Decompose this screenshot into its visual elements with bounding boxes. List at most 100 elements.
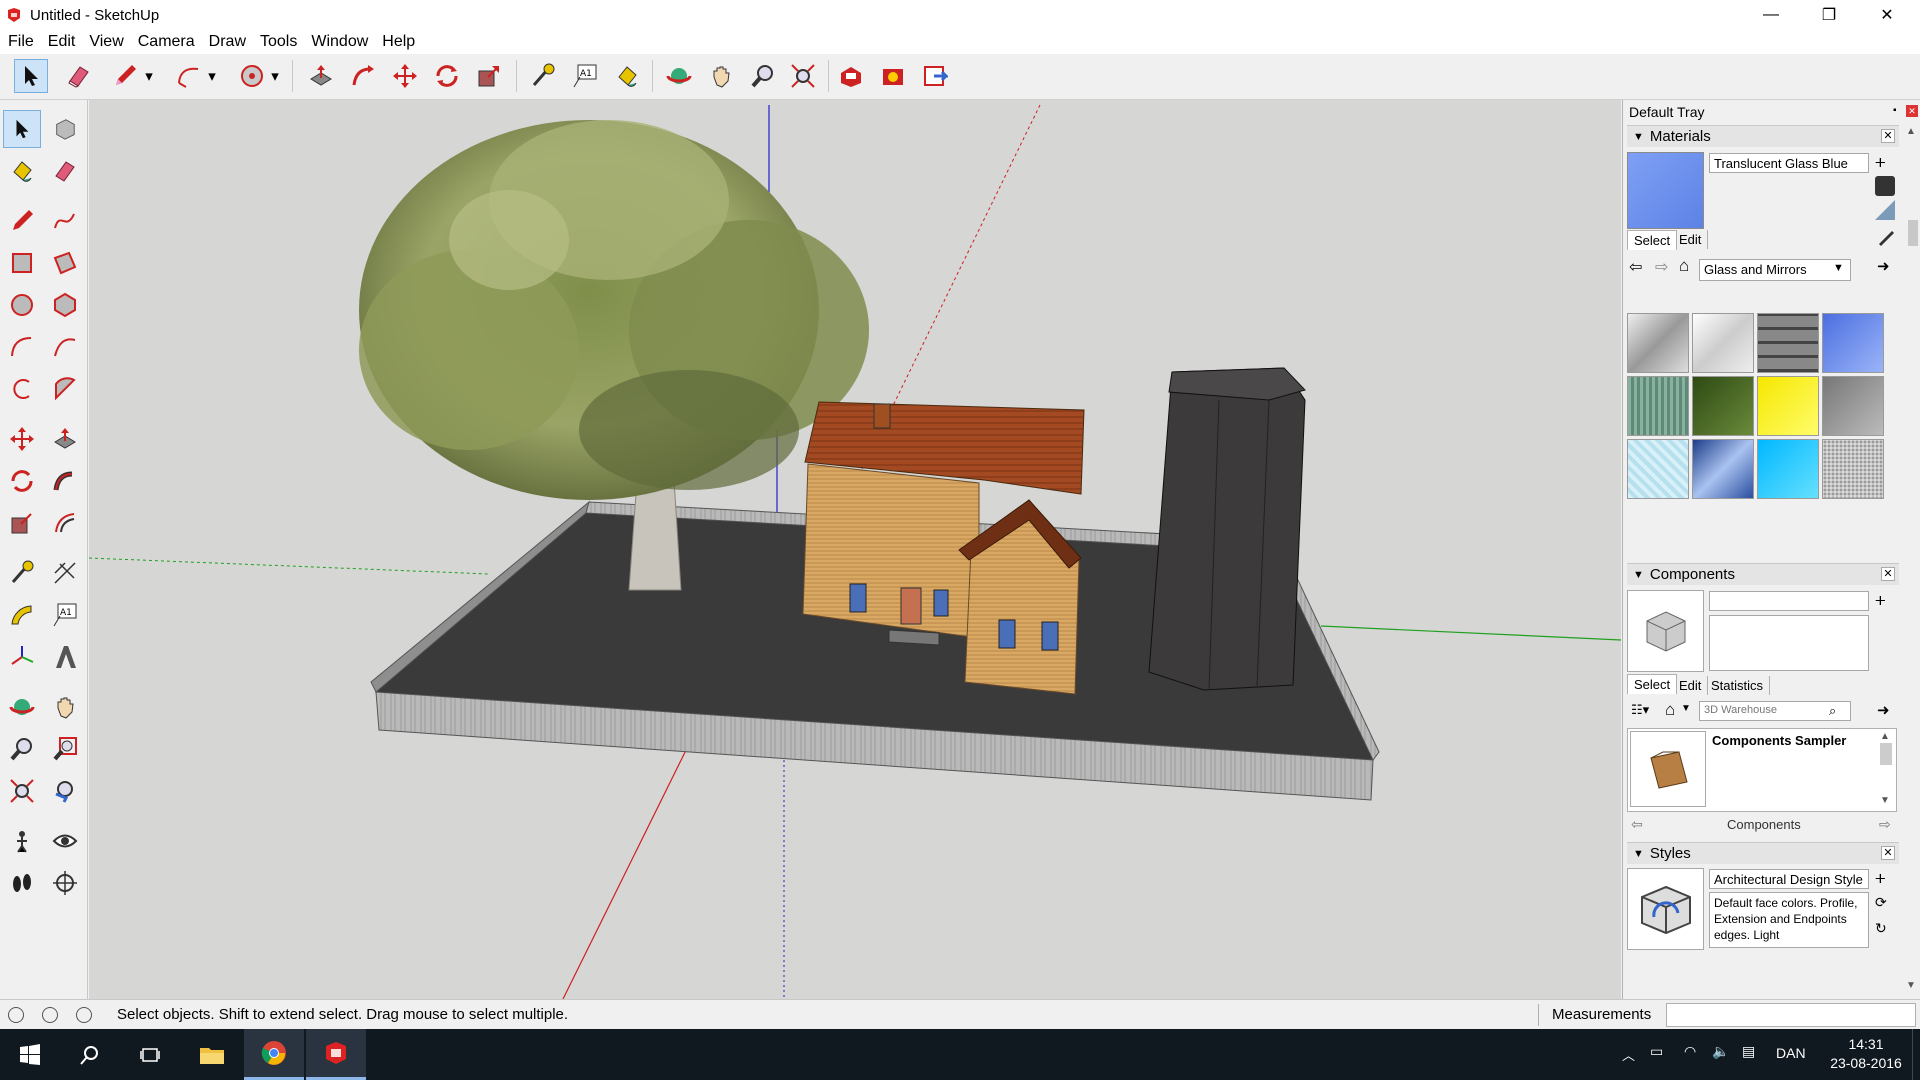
battery-icon[interactable]: ▭: [1650, 1043, 1663, 1060]
arc-tool-icon[interactable]: [172, 59, 206, 93]
two-point-arc-icon[interactable]: [46, 328, 84, 366]
library-dropdown-icon[interactable]: ▼: [1833, 262, 1844, 274]
select-icon[interactable]: [3, 110, 41, 148]
style-description-field[interactable]: Default face colors. Profile, Extension …: [1709, 892, 1869, 948]
three-point-arc-icon[interactable]: [3, 370, 41, 408]
material-swatch-2[interactable]: [1692, 313, 1754, 373]
materials-tab-select[interactable]: Select: [1627, 230, 1678, 250]
text-icon[interactable]: A1: [46, 596, 84, 634]
push-pull-tool-icon[interactable]: [304, 59, 338, 93]
pan-icon[interactable]: [46, 688, 84, 726]
rotate-tool-icon[interactable]: [430, 59, 464, 93]
material-swatch-7[interactable]: [1757, 376, 1819, 436]
scale-tool-icon[interactable]: [472, 59, 506, 93]
arc-dropdown-icon[interactable]: ▾: [203, 59, 221, 93]
make-component-icon[interactable]: [46, 110, 84, 148]
pie-icon[interactable]: [46, 370, 84, 408]
menu-view[interactable]: View: [82, 30, 130, 54]
list-scroll-down-icon[interactable]: ▼: [1880, 795, 1890, 806]
component-name-field[interactable]: [1709, 591, 1869, 611]
axes-icon[interactable]: [3, 638, 41, 676]
clock[interactable]: 14:31 23-08-2016: [1826, 1035, 1906, 1073]
styles-panel-header[interactable]: ▼ Styles ✕: [1627, 842, 1899, 864]
orbit-icon[interactable]: [3, 688, 41, 726]
language-indicator[interactable]: DAN: [1776, 1045, 1806, 1061]
follow-me-icon[interactable]: [46, 462, 84, 500]
display-secondary-pane-icon[interactable]: [1875, 176, 1895, 196]
scale-icon[interactable]: [3, 504, 41, 542]
paint-bucket-icon[interactable]: [3, 152, 41, 190]
pan-tool-icon[interactable]: [704, 59, 738, 93]
style-name-field[interactable]: Architectural Design Style: [1709, 869, 1869, 889]
details-arrow-icon[interactable]: ➜: [1877, 257, 1890, 275]
material-swatch-12[interactable]: [1822, 439, 1884, 499]
select-tool-icon[interactable]: [14, 59, 48, 93]
eraser-icon[interactable]: [46, 152, 84, 190]
push-pull-icon[interactable]: [46, 420, 84, 458]
volume-icon[interactable]: 🔈: [1712, 1043, 1729, 1060]
chrome-icon[interactable]: [244, 1029, 304, 1080]
restore-button[interactable]: ❐: [1800, 0, 1858, 30]
file-explorer-icon[interactable]: [182, 1029, 242, 1080]
styles-close-icon[interactable]: ✕: [1881, 846, 1895, 860]
materials-tab-edit[interactable]: Edit: [1673, 230, 1709, 249]
list-scrollbar-thumb[interactable]: [1880, 743, 1892, 765]
position-camera-icon[interactable]: [3, 822, 41, 860]
protractor-icon[interactable]: [3, 596, 41, 634]
menu-file[interactable]: File: [0, 30, 41, 54]
components-details-arrow-icon[interactable]: ➜: [1877, 701, 1890, 719]
material-swatch-5[interactable]: [1627, 376, 1689, 436]
material-swatch-8[interactable]: [1822, 376, 1884, 436]
modeling-viewport[interactable]: [89, 100, 1621, 999]
rotated-rectangle-icon[interactable]: [46, 244, 84, 282]
show-desktop-button[interactable]: [1912, 1029, 1920, 1080]
components-tab-edit[interactable]: Edit: [1673, 676, 1709, 695]
search-icon[interactable]: ⌕: [1829, 703, 1836, 719]
measurements-input[interactable]: [1666, 1003, 1916, 1027]
tray-scroll-down-icon[interactable]: ▼: [1906, 980, 1916, 991]
polygon-icon[interactable]: [46, 286, 84, 324]
tray-scroll-up-icon[interactable]: ▲: [1906, 126, 1916, 137]
wifi-icon[interactable]: ◠: [1684, 1043, 1696, 1060]
components-close-icon[interactable]: ✕: [1881, 567, 1895, 581]
start-windows-icon[interactable]: [0, 1029, 60, 1080]
task-view-icon[interactable]: [120, 1029, 180, 1080]
material-swatch-3[interactable]: [1757, 313, 1819, 373]
pencil-tool-icon[interactable]: [108, 59, 142, 93]
material-swatch-9[interactable]: [1627, 439, 1689, 499]
zoom-tool-icon[interactable]: [746, 59, 780, 93]
freehand-icon[interactable]: [46, 202, 84, 240]
material-swatch-10[interactable]: [1692, 439, 1754, 499]
tape-measure-icon[interactable]: [3, 554, 41, 592]
menu-help[interactable]: Help: [375, 30, 422, 54]
walk-icon[interactable]: [3, 864, 41, 902]
materials-panel-header[interactable]: ▼ Materials ✕: [1627, 125, 1899, 147]
material-swatch-11[interactable]: [1757, 439, 1819, 499]
paint-bucket-tool-icon[interactable]: [610, 59, 644, 93]
offset-icon[interactable]: [46, 504, 84, 542]
text-tool-icon[interactable]: A1: [568, 59, 602, 93]
components-back-icon[interactable]: ⇦: [1631, 816, 1643, 833]
circle-icon[interactable]: [3, 286, 41, 324]
zoom-icon[interactable]: [3, 730, 41, 768]
geolocation-icon[interactable]: [8, 1007, 24, 1023]
look-around-icon[interactable]: [46, 822, 84, 860]
menu-edit[interactable]: Edit: [41, 30, 83, 54]
tape-measure-tool-icon[interactable]: [526, 59, 560, 93]
components-panel-header[interactable]: ▼ Components ✕: [1627, 563, 1899, 585]
follow-me-tool-icon[interactable]: [346, 59, 380, 93]
material-swatch-glass-blue[interactable]: [1822, 313, 1884, 373]
3d-text-icon[interactable]: [46, 638, 84, 676]
menu-tools[interactable]: Tools: [253, 30, 304, 54]
back-arrow-icon[interactable]: ⇦: [1629, 257, 1642, 277]
action-center-icon[interactable]: ▤: [1742, 1043, 1755, 1060]
refresh-style-icon[interactable]: ↻: [1875, 920, 1887, 937]
send-to-layout-icon[interactable]: [918, 59, 952, 93]
arc-icon[interactable]: [3, 328, 41, 366]
components-sampler-thumbnail[interactable]: [1630, 731, 1706, 807]
home-icon[interactable]: ⌂: [1679, 256, 1689, 276]
line-dropdown-icon[interactable]: ▾: [140, 59, 158, 93]
section-plane-icon[interactable]: [46, 864, 84, 902]
sample-paint-icon[interactable]: [1875, 200, 1895, 220]
search-taskbar-icon[interactable]: [60, 1029, 120, 1080]
